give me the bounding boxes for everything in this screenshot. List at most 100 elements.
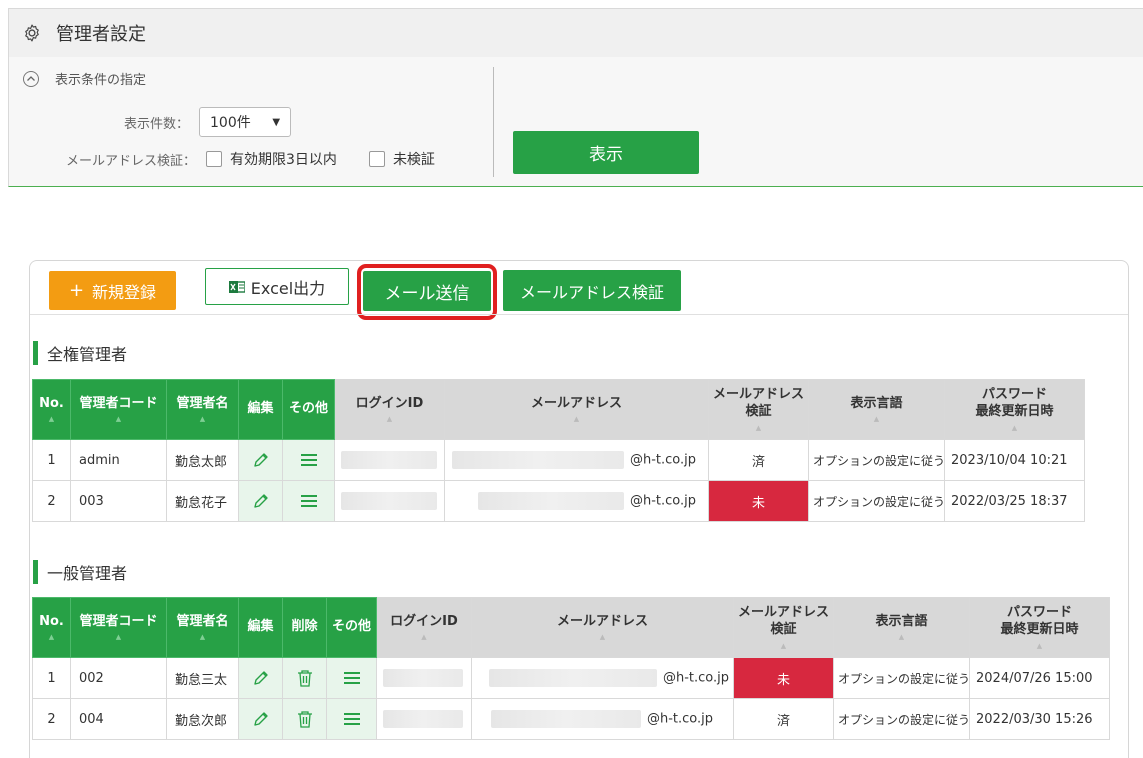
sort-icon: ▲: [1036, 641, 1043, 650]
excel-export-label: Excel出力: [250, 278, 326, 298]
divider: [493, 67, 494, 177]
blurred-email: [490, 710, 641, 728]
verify-status: 済: [733, 698, 834, 740]
menu-icon[interactable]: [300, 494, 318, 509]
col-email[interactable]: メールアドレス ▲: [471, 597, 734, 658]
count-value: 100件: [210, 115, 251, 131]
trash-icon[interactable]: [296, 670, 314, 687]
pencil-icon[interactable]: [251, 712, 271, 727]
send-mail-button[interactable]: メール送信: [363, 271, 491, 311]
excel-icon: [228, 280, 245, 293]
blurred-login-id: [341, 492, 437, 510]
col-edit: 編集: [238, 379, 283, 440]
delete-cell[interactable]: [282, 698, 327, 740]
menu-icon[interactable]: [343, 671, 361, 686]
count-select[interactable]: 100件 ▼: [199, 107, 292, 137]
login-id: [334, 480, 445, 522]
col-no[interactable]: No. ▲: [32, 597, 71, 658]
delete-cell[interactable]: [282, 657, 327, 699]
other-cell[interactable]: [326, 698, 377, 740]
condition-toggle[interactable]: 表示条件の指定: [23, 69, 146, 88]
new-register-button[interactable]: + 新規登録: [49, 271, 176, 310]
verify-status: 未: [733, 657, 834, 699]
section-marker: [33, 560, 38, 584]
verify-status: 未: [708, 480, 809, 522]
gear-icon: [25, 24, 39, 42]
pencil-icon[interactable]: [251, 671, 271, 686]
table-row[interactable]: 2 003 勤怠花子 @h-t.co.jp 未 オプションの設定に従う 2022…: [32, 480, 1085, 522]
login-id: [376, 657, 472, 699]
dropdown-arrow-icon: ▼: [272, 116, 281, 128]
other-cell[interactable]: [326, 657, 377, 699]
col-pw-updated[interactable]: パスワード 最終更新日時 ▲: [944, 379, 1085, 440]
edit-cell[interactable]: [238, 439, 283, 481]
sort-icon: ▲: [115, 633, 122, 642]
email-cell: @h-t.co.jp: [444, 480, 709, 522]
menu-icon[interactable]: [300, 453, 318, 468]
condition-heading: 表示条件の指定: [55, 73, 147, 88]
col-email[interactable]: メールアドレス ▲: [444, 379, 709, 440]
table-header-row: No. ▲ 管理者コード ▲ 管理者名 ▲ 編集 その他 ログインID ▲ メールアドレ…: [32, 379, 1085, 440]
verify-row: メールアドレス検証： 有効期限3日以内 未検証: [66, 149, 435, 169]
sort-icon: ▲: [386, 415, 393, 424]
email-cell: @h-t.co.jp: [444, 439, 709, 481]
row-no: 2: [32, 698, 71, 740]
unverified-checkbox[interactable]: [368, 151, 385, 167]
blurred-email: [488, 669, 657, 687]
admin-name: 勤怠三太: [166, 657, 239, 699]
col-pw-updated[interactable]: パスワード 最終更新日時 ▲: [969, 597, 1110, 658]
pencil-icon[interactable]: [251, 494, 271, 509]
toolbar-divider: [30, 314, 1128, 315]
table-row[interactable]: 1 admin 勤怠太郎 @h-t.co.jp 済 オプションの設定に従う 20…: [32, 439, 1085, 481]
general-admin-heading: 一般管理者: [33, 560, 127, 584]
col-name[interactable]: 管理者名 ▲: [166, 379, 239, 440]
section-marker: [33, 341, 38, 365]
trash-icon[interactable]: [296, 711, 314, 728]
full-admin-heading: 全権管理者: [33, 341, 127, 365]
edit-cell[interactable]: [238, 698, 283, 740]
menu-icon[interactable]: [343, 712, 361, 727]
col-name[interactable]: 管理者名 ▲: [166, 597, 239, 658]
col-lang[interactable]: 表示言語 ▲: [808, 379, 945, 440]
edit-cell[interactable]: [238, 480, 283, 522]
sort-icon: ▲: [599, 633, 606, 642]
col-login[interactable]: ログインID ▲: [376, 597, 472, 658]
pencil-icon[interactable]: [251, 453, 271, 468]
table-row[interactable]: 1 002 勤怠三太 @h-t.co.jp 未 オプションの設定に従う 2024…: [32, 657, 1110, 699]
col-no[interactable]: No. ▲: [32, 379, 71, 440]
edit-cell[interactable]: [238, 657, 283, 699]
admin-name: 勤怠花子: [166, 480, 239, 522]
display-language: オプションの設定に従う: [833, 657, 970, 699]
row-no: 2: [32, 480, 71, 522]
col-login[interactable]: ログインID ▲: [334, 379, 445, 440]
table-row[interactable]: 2 004 勤怠次郎 @h-t.co.jp 済 オプションの設定に従う 2022…: [32, 698, 1110, 740]
col-code[interactable]: 管理者コード ▲: [70, 597, 167, 658]
expiry-checkbox[interactable]: [206, 151, 223, 167]
general-admin-title: 一般管理者: [47, 564, 128, 583]
sort-icon: ▲: [115, 415, 122, 424]
col-code[interactable]: 管理者コード ▲: [70, 379, 167, 440]
col-lang[interactable]: 表示言語 ▲: [833, 597, 970, 658]
chevron-up-icon[interactable]: [23, 70, 39, 87]
email-cell: @h-t.co.jp: [471, 657, 734, 699]
sort-icon: ▲: [780, 641, 787, 650]
admin-list-card: + 新規登録 Excel出力 メール送信 メールアドレス検証 全権管理者 No.…: [29, 260, 1129, 758]
row-no: 1: [32, 657, 71, 699]
condition-panel: 表示条件の指定 表示件数： 100件 ▼ メールアドレス検証： 有効期限3日以内…: [8, 57, 1143, 187]
col-edit: 編集: [238, 597, 283, 658]
col-delete: 削除: [282, 597, 327, 658]
admin-name: 勤怠次郎: [166, 698, 239, 740]
other-cell[interactable]: [282, 480, 335, 522]
sort-icon: ▲: [755, 423, 762, 432]
pw-updated: 2022/03/25 18:37: [944, 480, 1085, 522]
col-verify[interactable]: メールアドレス 検証 ▲: [708, 379, 809, 440]
login-id: [376, 698, 472, 740]
other-cell[interactable]: [282, 439, 335, 481]
col-verify[interactable]: メールアドレス 検証 ▲: [733, 597, 834, 658]
new-register-label: 新規登録: [92, 282, 157, 302]
show-button[interactable]: 表示: [513, 131, 699, 174]
table-header-row: No. ▲ 管理者コード ▲ 管理者名 ▲ 編集 削除 その他 ログインID ▲ メール…: [32, 597, 1110, 658]
email-verify-button[interactable]: メールアドレス検証: [503, 270, 681, 311]
excel-export-button[interactable]: Excel出力: [205, 268, 349, 305]
display-language: オプションの設定に従う: [833, 698, 970, 740]
